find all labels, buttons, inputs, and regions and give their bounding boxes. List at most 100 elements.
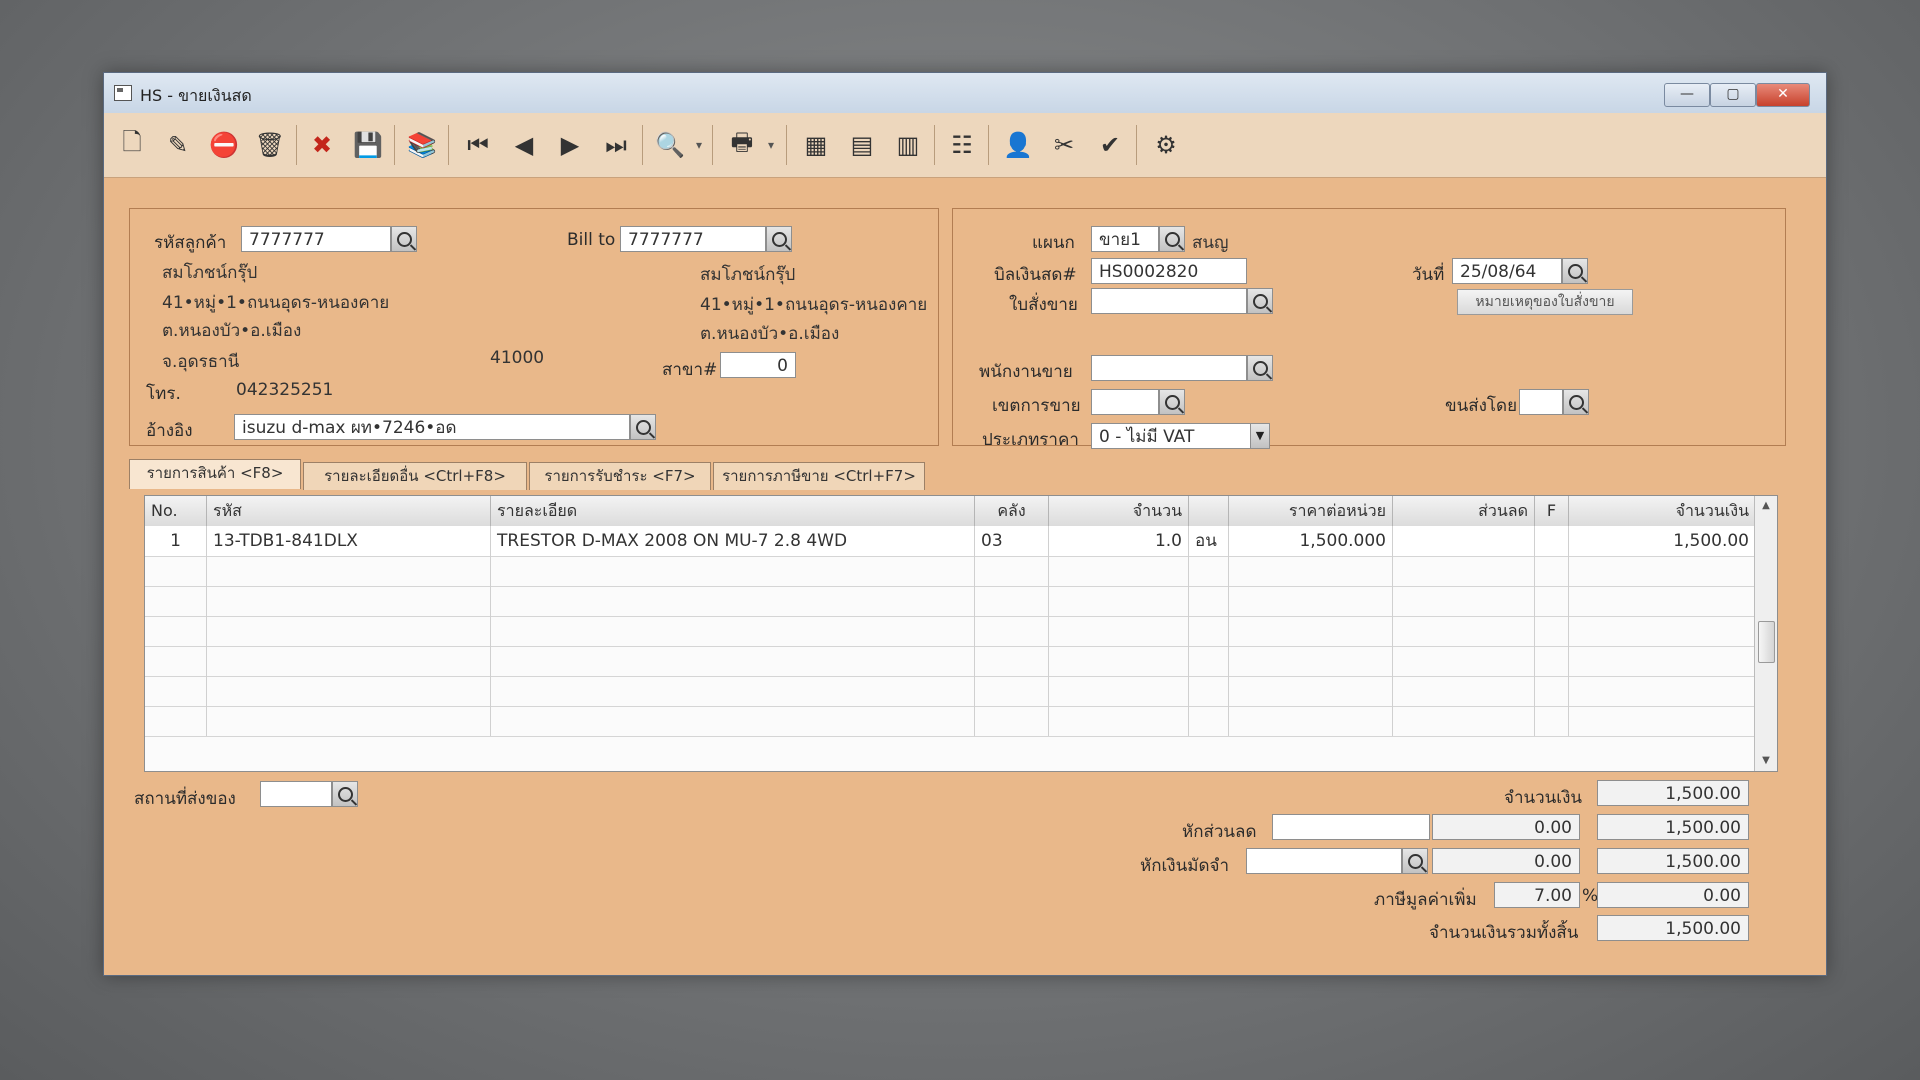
date-input[interactable]: 25/08/64 [1452,258,1562,284]
delivery-place-input[interactable] [260,781,332,807]
toolbar-separator [988,125,989,165]
empty-cell [1535,586,1569,616]
empty-cell [1229,556,1393,586]
department-name: สนญ [1192,233,1229,253]
column-header-warehouse[interactable]: คลัง [975,496,1049,526]
approve-user-icon[interactable]: 👤 [1000,127,1036,163]
reference-search-button[interactable] [630,414,656,440]
salesperson-search-button[interactable] [1247,355,1273,381]
price-type-select[interactable]: 0 - ไม่มี VAT [1091,423,1255,449]
calculator-icon[interactable]: ▦ [798,127,834,163]
sales-order-input[interactable] [1091,288,1247,314]
column-header-discount[interactable]: ส่วนลด [1393,496,1535,526]
preview-icon[interactable]: 🔍 [652,127,688,163]
tab-items[interactable]: รายการสินค้า <F8> [129,459,301,489]
bill-to-search-button[interactable] [766,226,792,252]
cash-bill-input[interactable]: HS0002820 [1091,258,1247,284]
deposit-code-input[interactable] [1246,848,1402,874]
empty-cell [1393,616,1535,646]
branch-input[interactable]: 0 [720,352,796,378]
title-bar[interactable]: HS - ขายเงินสด [104,73,1826,114]
column-header-quantity[interactable]: จำนวน [1049,496,1189,526]
cancel-icon[interactable]: ✖ [304,127,340,163]
items-grid[interactable]: No. รหัส รายละเอียด คลัง จำนวน ราคาต่อหน… [144,495,1778,772]
sales-order-search-button[interactable] [1247,288,1273,314]
grid-scrollbar[interactable]: ▲ ▼ [1754,496,1777,771]
last-record-icon[interactable]: ⏭ [598,127,634,163]
date-picker-button[interactable] [1562,258,1588,284]
scroll-down-icon[interactable]: ▼ [1755,751,1777,771]
table-row[interactable]: 1 13-TDB1-841DLX TRESTOR D-MAX 2008 ON M… [145,526,1755,557]
void-icon[interactable]: ⛔ [206,127,242,163]
preview-dropdown-icon[interactable]: ▾ [692,127,706,163]
scroll-up-icon[interactable]: ▲ [1755,496,1777,516]
deposit-search-button[interactable] [1402,848,1428,874]
tools-icon[interactable]: ✂ [1046,127,1082,163]
delivery-place-search-button[interactable] [332,781,358,807]
column-header-flag[interactable]: F [1535,496,1569,526]
column-header-amount[interactable]: จำนวนเงิน [1569,496,1755,526]
new-document-icon[interactable]: 🗋 [114,127,150,163]
department-input[interactable]: ขาย1 [1091,226,1159,252]
discount-code-input[interactable] [1272,814,1430,840]
tab-sales-tax[interactable]: รายการภาษีขาย <Ctrl+F7> [713,462,925,490]
scroll-thumb[interactable] [1758,621,1775,663]
shipping-search-button[interactable] [1563,389,1589,415]
column-header-unit[interactable] [1189,496,1229,526]
table-row[interactable] [145,556,1755,587]
minimize-button[interactable]: — [1664,83,1710,107]
delivery-place-label: สถานที่ส่งของ [134,789,236,809]
sales-order-note-button[interactable]: หมายเหตุของใบสั่งขาย [1457,289,1633,315]
first-record-icon[interactable]: ⏮ [460,127,496,163]
table-row[interactable] [145,646,1755,677]
edit-icon[interactable]: ✎ [160,127,196,163]
print-icon[interactable]: 🖶 [724,127,760,163]
tab-other-details[interactable]: รายละเอียดอื่น <Ctrl+F8> [303,462,527,490]
salesperson-input[interactable] [1091,355,1247,381]
sales-area-search-button[interactable] [1159,389,1185,415]
print-dropdown-icon[interactable]: ▾ [764,127,778,163]
column-header-description[interactable]: รายละเอียด [491,496,975,526]
ok-icon[interactable]: ✔ [1092,127,1128,163]
empty-cell [1189,676,1229,706]
reference-input[interactable]: isuzu d-max ผท•7246•อด [234,414,630,440]
next-record-icon[interactable]: ▶ [552,127,588,163]
previous-record-icon[interactable]: ◀ [506,127,542,163]
trash-icon[interactable]: 🗑 [252,127,288,163]
deposit-amount-field[interactable]: 0.00 [1432,848,1580,874]
empty-cell [1535,706,1569,736]
column-header-no[interactable]: No. [145,496,207,526]
vat-rate-field[interactable]: 7.00 [1494,882,1580,908]
column-header-unit-price[interactable]: ราคาต่อหน่วย [1229,496,1393,526]
empty-cell [207,556,491,586]
table-row[interactable] [145,676,1755,707]
table-row[interactable] [145,616,1755,647]
chevron-down-icon[interactable]: ▼ [1250,423,1270,449]
department-search-button[interactable] [1159,226,1185,252]
tab-payments[interactable]: รายการรับชำระ <F7> [529,462,711,490]
toolbar-separator [786,125,787,165]
close-button[interactable]: ✕ [1756,83,1810,107]
maximize-button[interactable]: ▢ [1710,83,1756,107]
grand-total-label: จำนวนเงินรวมทั้งสิ้น [1429,923,1579,943]
save-icon[interactable]: 💾 [350,127,386,163]
report-icon[interactable]: ▥ [890,127,926,163]
customer-search-button[interactable] [391,226,417,252]
table-row[interactable] [145,586,1755,617]
empty-cell [491,556,975,586]
sales-area-input[interactable] [1091,389,1159,415]
table-row[interactable] [145,706,1755,737]
table-icon[interactable]: ☷ [944,127,980,163]
discount-amount-field[interactable]: 0.00 [1432,814,1580,840]
search-icon [1252,293,1268,309]
bill-to-input[interactable]: 7777777 [620,226,766,252]
stack-icon[interactable]: 📚 [404,127,440,163]
empty-cell [1393,586,1535,616]
cash-register-icon[interactable]: ▤ [844,127,880,163]
column-header-code[interactable]: รหัส [207,496,491,526]
shipping-input[interactable] [1519,389,1563,415]
customer-code-input[interactable]: 7777777 [241,226,391,252]
bill-to-address-line1: 41•หมู่•1•ถนนอุดร-หนองคาย [700,295,928,315]
empty-cell [207,706,491,736]
settings-icon[interactable]: ⚙ [1148,127,1184,163]
